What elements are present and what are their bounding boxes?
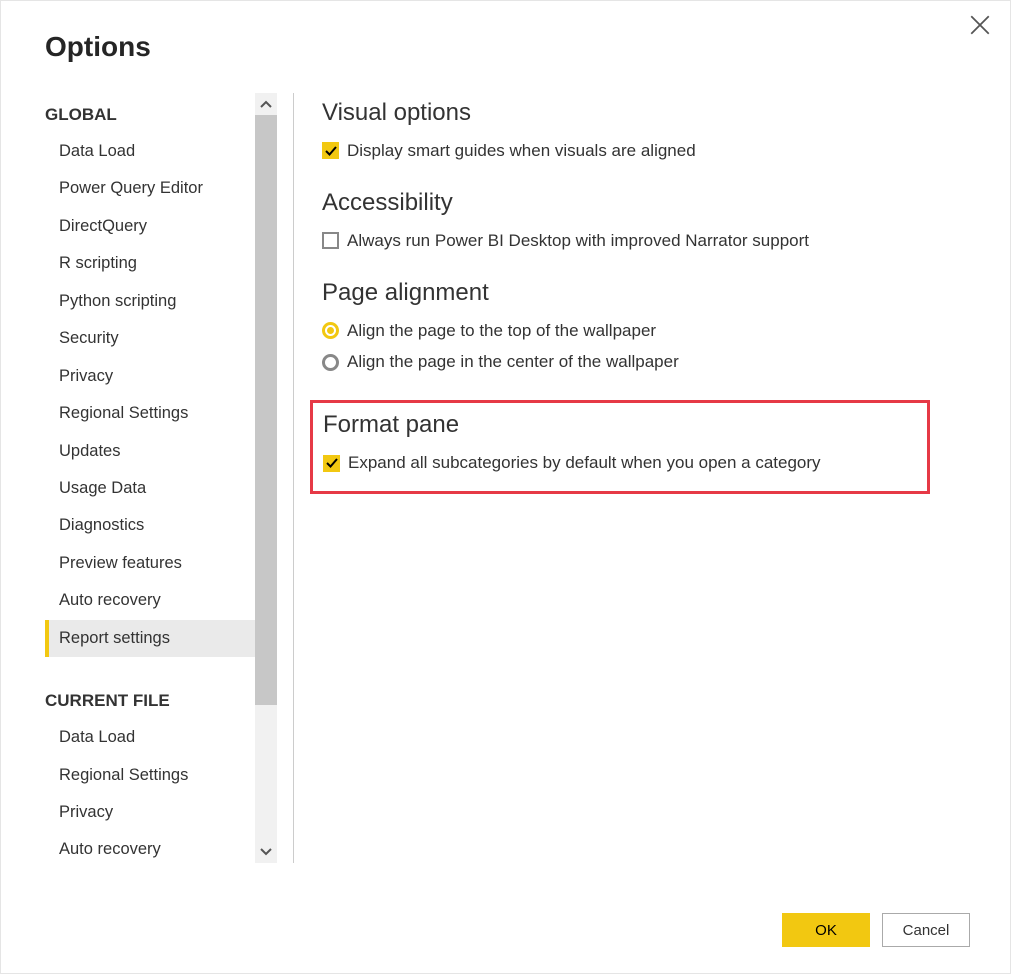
- checkbox-smart-guides[interactable]: [322, 142, 339, 159]
- scroll-up-button[interactable]: [255, 93, 277, 115]
- sidebar-item-cf-privacy[interactable]: Privacy: [45, 794, 255, 831]
- content-pane: Visual options Display smart guides when…: [322, 93, 1010, 863]
- check-icon: [326, 457, 338, 469]
- sidebar-section-global: GLOBAL: [45, 93, 255, 133]
- sidebar: GLOBAL Data Load Power Query Editor Dire…: [45, 93, 277, 863]
- chevron-down-icon: [260, 848, 272, 856]
- checkbox-narrator-support[interactable]: [322, 232, 339, 249]
- vertical-divider: [293, 93, 294, 863]
- group-title-page-alignment: Page alignment: [322, 279, 970, 307]
- option-label: Display smart guides when visuals are al…: [347, 139, 696, 163]
- chevron-up-icon: [260, 100, 272, 108]
- sidebar-item-directquery[interactable]: DirectQuery: [45, 208, 255, 245]
- format-pane-highlight: Format pane Expand all subcategories by …: [310, 400, 930, 494]
- radio-align-top[interactable]: [322, 322, 339, 339]
- sidebar-item-preview-features[interactable]: Preview features: [45, 545, 255, 582]
- sidebar-item-privacy[interactable]: Privacy: [45, 358, 255, 395]
- option-label: Expand all subcategories by default when…: [348, 451, 821, 475]
- group-title-format-pane: Format pane: [323, 411, 917, 439]
- radio-align-center[interactable]: [322, 354, 339, 371]
- sidebar-item-cf-auto-recovery[interactable]: Auto recovery: [45, 831, 255, 863]
- cancel-button[interactable]: Cancel: [882, 913, 970, 947]
- close-icon: [970, 15, 990, 35]
- ok-button[interactable]: OK: [782, 913, 870, 947]
- sidebar-item-report-settings[interactable]: Report settings: [45, 620, 255, 657]
- sidebar-section-current-file: CURRENT FILE: [45, 679, 255, 719]
- sidebar-item-r-scripting[interactable]: R scripting: [45, 245, 255, 282]
- group-title-visual-options: Visual options: [322, 99, 970, 127]
- sidebar-item-regional-settings[interactable]: Regional Settings: [45, 395, 255, 432]
- sidebar-item-power-query-editor[interactable]: Power Query Editor: [45, 170, 255, 207]
- option-label: Align the page to the top of the wallpap…: [347, 319, 656, 343]
- sidebar-item-data-load[interactable]: Data Load: [45, 133, 255, 170]
- check-icon: [325, 145, 337, 157]
- sidebar-item-usage-data[interactable]: Usage Data: [45, 470, 255, 507]
- checkbox-expand-subcategories[interactable]: [323, 455, 340, 472]
- sidebar-item-security[interactable]: Security: [45, 320, 255, 357]
- scroll-down-button[interactable]: [255, 841, 277, 863]
- sidebar-item-auto-recovery[interactable]: Auto recovery: [45, 582, 255, 619]
- sidebar-item-cf-data-load[interactable]: Data Load: [45, 719, 255, 756]
- sidebar-item-python-scripting[interactable]: Python scripting: [45, 283, 255, 320]
- option-label: Align the page in the center of the wall…: [347, 350, 679, 374]
- option-label: Always run Power BI Desktop with improve…: [347, 229, 809, 253]
- sidebar-item-diagnostics[interactable]: Diagnostics: [45, 507, 255, 544]
- scroll-thumb[interactable]: [255, 115, 277, 705]
- group-title-accessibility: Accessibility: [322, 189, 970, 217]
- sidebar-item-cf-regional-settings[interactable]: Regional Settings: [45, 757, 255, 794]
- sidebar-scrollbar[interactable]: [255, 93, 277, 863]
- dialog-title: Options: [45, 31, 966, 63]
- close-button[interactable]: [970, 15, 990, 35]
- sidebar-item-updates[interactable]: Updates: [45, 433, 255, 470]
